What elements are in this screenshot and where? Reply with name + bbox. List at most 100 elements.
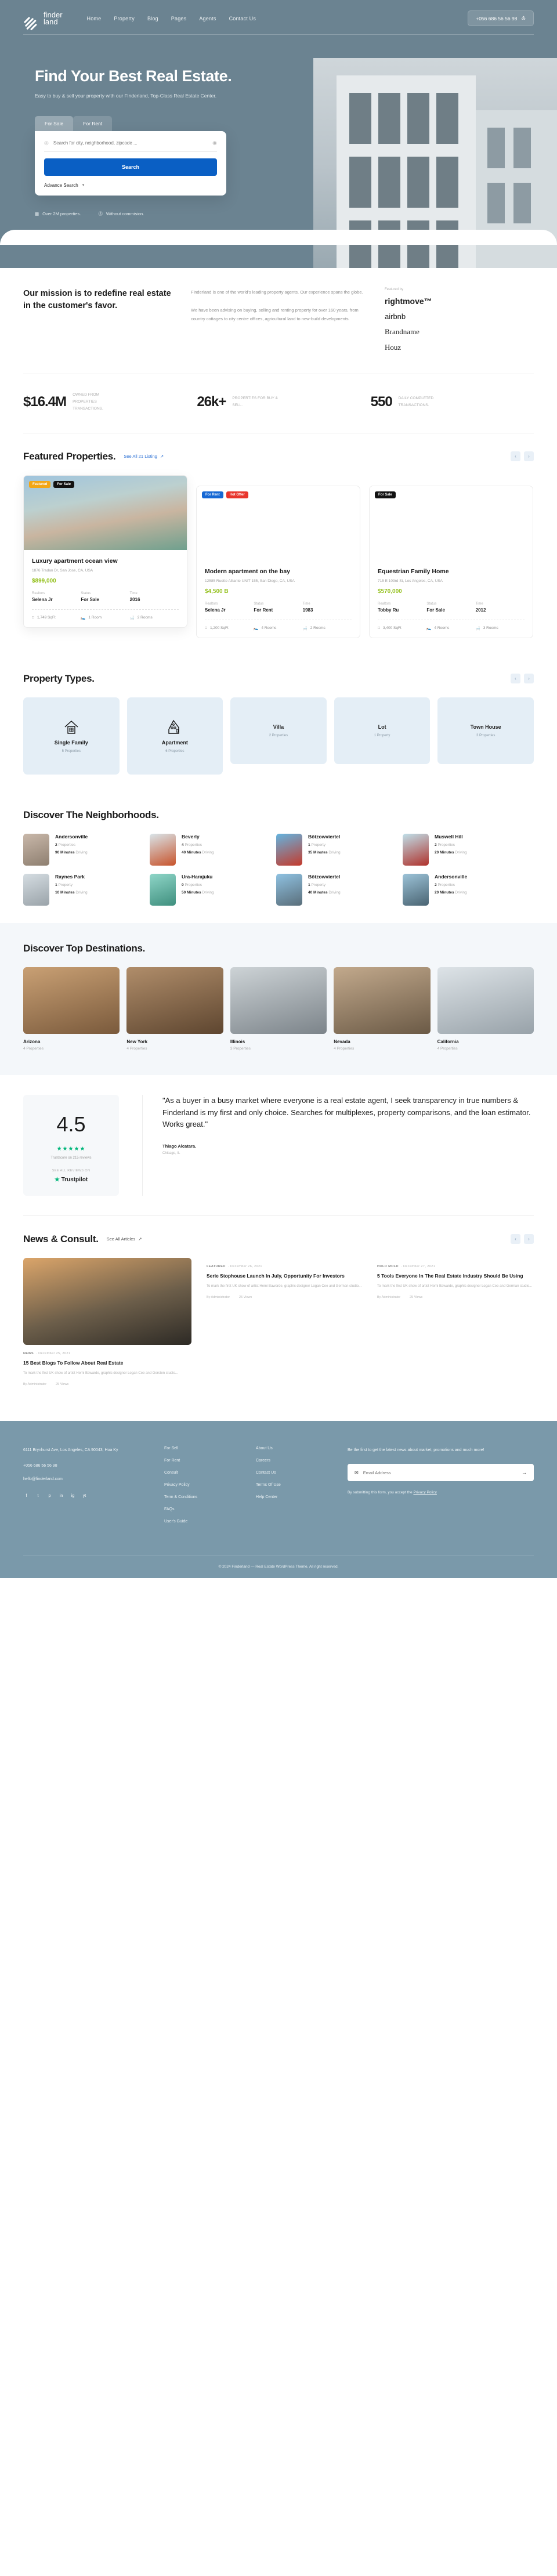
phone-button[interactable]: +056 686 56 56 98 ♳	[468, 10, 534, 26]
news-date: December 25, 2021	[38, 1351, 71, 1355]
neighborhood-name: Andersonville	[435, 873, 468, 880]
destination-count: 4 Properties	[334, 1046, 355, 1051]
neighborhood-item[interactable]: Bötzowviertel 1 Property 35 Minutes Driv…	[276, 833, 390, 866]
destination-item[interactable]: New York 4 Properties	[126, 967, 223, 1051]
news-author: By Administrator	[377, 1296, 401, 1300]
advance-search-toggle[interactable]: Advance Search ▾	[44, 183, 217, 188]
facebook-icon[interactable]: f	[23, 1493, 30, 1499]
property-card[interactable]: For Sale Equestrian Family Home 715 E 10…	[369, 485, 533, 638]
footer-link-contact-us[interactable]: Contact Us	[256, 1471, 331, 1475]
footer-link-faqs[interactable]: FAQs	[164, 1507, 240, 1511]
news-see-all-link[interactable]: See All Articles ↗	[107, 1236, 142, 1242]
locate-me-icon[interactable]: ◉	[212, 140, 217, 146]
trustpilot-brand[interactable]: ★ Trustpilot	[23, 1177, 119, 1183]
footer-link-terms-conditions[interactable]: Term & Conditions	[164, 1495, 240, 1499]
neighborhood-item[interactable]: Beverly 4 Properties 40 Minutes Driving	[150, 833, 263, 866]
property-image: Featured For Sale	[24, 475, 187, 550]
property-type-card[interactable]: Apartment 6 Properties	[126, 697, 223, 775]
nav-item-contact-us[interactable]: Contact Us	[229, 16, 256, 21]
submit-arrow-icon[interactable]: →	[522, 1470, 527, 1475]
destination-item[interactable]: Illinois 3 Properties	[230, 967, 327, 1051]
neighborhood-image	[276, 873, 302, 906]
meta-value-realtor: Tobby Ru	[378, 607, 399, 613]
news-carousel-arrows: ‹ ›	[511, 1234, 534, 1244]
featured-next-button[interactable]: ›	[524, 451, 534, 462]
meta-value-status: For Sale	[426, 607, 445, 613]
neighborhood-image	[23, 873, 49, 906]
featured-by-block: Featured by rightmove™ airbnb Brandname …	[385, 288, 495, 359]
property-address: 12585 Ruette Alliante UNIT 155, San Dieg…	[205, 578, 295, 583]
news-main-article[interactable]: NEWS · December 25, 2021 15 Best Blogs T…	[23, 1257, 191, 1386]
property-type-name: Single Family	[54, 740, 88, 746]
bed-icon: 🛌	[254, 626, 259, 631]
privacy-policy-link[interactable]: Privacy Policy	[413, 1490, 436, 1495]
neighborhood-item[interactable]: Ura-Harajuku 0 Properties 50 Minutes Dri…	[150, 873, 263, 906]
footer-link-users-guide[interactable]: User's Guide	[164, 1519, 240, 1524]
search-button[interactable]: Search	[44, 158, 217, 176]
destination-count: 4 Properties	[437, 1046, 458, 1051]
destination-item[interactable]: Nevada 4 Properties	[334, 967, 431, 1051]
property-card[interactable]: Featured For Sale Luxury apartment ocean…	[23, 475, 187, 628]
neighborhood-drive: 20 Minutes Driving	[435, 890, 467, 895]
ptypes-next-button[interactable]: ›	[524, 674, 534, 684]
nav-item-pages[interactable]: Pages	[171, 16, 187, 21]
property-card-body: Modern apartment on the bay 12585 Ruette…	[197, 560, 360, 638]
meta-value-time: 1983	[302, 607, 313, 613]
hero-stat-properties-label: Over 2M properties.	[42, 211, 81, 216]
neighborhood-drive: 50 Minutes Driving	[182, 890, 214, 895]
youtube-icon[interactable]: yt	[81, 1493, 88, 1499]
destination-item[interactable]: California 4 Properties	[437, 967, 534, 1051]
newsletter-email-input[interactable]	[363, 1470, 517, 1475]
pinterest-icon[interactable]: p	[46, 1493, 53, 1499]
footer-links-column-2: About Us Careers Contact Us Terms Of Use…	[256, 1446, 331, 1532]
twitter-icon[interactable]: t	[35, 1493, 41, 1499]
nav-item-blog[interactable]: Blog	[147, 16, 158, 21]
news-article[interactable]: FEATURED · December 26, 2021 Serie Stoph…	[207, 1258, 363, 1387]
neighborhood-item[interactable]: Muswell Hill 2 Properties 20 Minutes Dri…	[403, 833, 516, 866]
property-features: □ 1,749 SqFt 🛌 1 Room 🛁 2 Rooms	[32, 610, 179, 620]
instagram-icon[interactable]: ig	[70, 1493, 76, 1499]
advance-search-label: Advance Search	[44, 182, 78, 188]
mission-section: Our mission is to redefine real estate i…	[23, 268, 534, 374]
property-type-card[interactable]: Villa 2 Properties	[230, 697, 327, 764]
destination-item[interactable]: Arizona 4 Properties	[23, 967, 120, 1051]
property-type-card[interactable]: Town House 3 Properties	[437, 697, 534, 764]
footer-link-about-us[interactable]: About Us	[256, 1446, 331, 1450]
footer-link-help-center[interactable]: Help Center	[256, 1495, 331, 1499]
neighborhood-item[interactable]: Andersonville 2 Properties 20 Minutes Dr…	[403, 873, 516, 906]
stat-item-1: $16.4M OWNED FROM PROPERTIES TRANSACTION…	[23, 392, 186, 413]
footer-link-careers[interactable]: Careers	[256, 1459, 331, 1463]
featured-header: Featured Properties. See All 21 Listing …	[23, 451, 534, 462]
neighborhood-item[interactable]: Bötzowviertel 1 Property 40 Minutes Driv…	[276, 873, 390, 906]
nav-item-agents[interactable]: Agents	[199, 16, 216, 21]
nav-item-property[interactable]: Property	[114, 16, 135, 21]
trust-see-all-label: SEE ALL REVIEWS ON	[52, 1168, 91, 1173]
footer-link-terms-of-use[interactable]: Terms Of Use	[256, 1483, 331, 1487]
tab-for-sale[interactable]: For Sale	[35, 115, 74, 131]
neighborhood-drive: 35 Minutes Driving	[308, 850, 341, 855]
footer-links-column-1: For Sell For Rent Consult Privacy Policy…	[164, 1446, 240, 1532]
news-prev-button[interactable]: ‹	[511, 1234, 520, 1244]
nav-item-home[interactable]: Home	[87, 16, 102, 21]
footer-link-for-rent[interactable]: For Rent	[164, 1459, 240, 1463]
news-article[interactable]: HOLD MOLD · December 27, 2021 5 Tools Ev…	[377, 1258, 534, 1387]
property-card[interactable]: For Rent Hot Offer Modern apartment on t…	[196, 485, 360, 638]
footer-link-consult[interactable]: Consult	[164, 1471, 240, 1475]
footer-link-privacy-policy[interactable]: Privacy Policy	[164, 1483, 240, 1487]
neighborhood-item[interactable]: Andersonville 2 Properties 90 Minutes Dr…	[23, 833, 137, 866]
site-logo[interactable]: finder land	[23, 11, 63, 31]
property-card-body: Equestrian Family Home 715 E 103rd St, L…	[370, 560, 533, 638]
featured-prev-button[interactable]: ‹	[511, 451, 520, 462]
linkedin-icon[interactable]: in	[58, 1493, 64, 1499]
tab-for-rent[interactable]: For Rent	[73, 115, 113, 131]
footer-link-for-sell[interactable]: For Sell	[164, 1446, 240, 1450]
news-next-button[interactable]: ›	[524, 1234, 534, 1244]
search-input[interactable]	[53, 140, 208, 146]
neighborhood-item[interactable]: Raynes Park 1 Property 10 Minutes Drivin…	[23, 873, 137, 906]
property-address: 715 E 103rd St, Los Angeles, CA, USA	[378, 578, 443, 583]
featured-see-all-link[interactable]: See All 21 Listing ↗	[124, 454, 164, 459]
property-type-card[interactable]: Lot 1 Property	[334, 697, 431, 764]
ptypes-prev-button[interactable]: ‹	[511, 674, 520, 684]
destination-image	[334, 967, 431, 1034]
property-type-card[interactable]: Single Family 5 Properties	[23, 697, 120, 775]
